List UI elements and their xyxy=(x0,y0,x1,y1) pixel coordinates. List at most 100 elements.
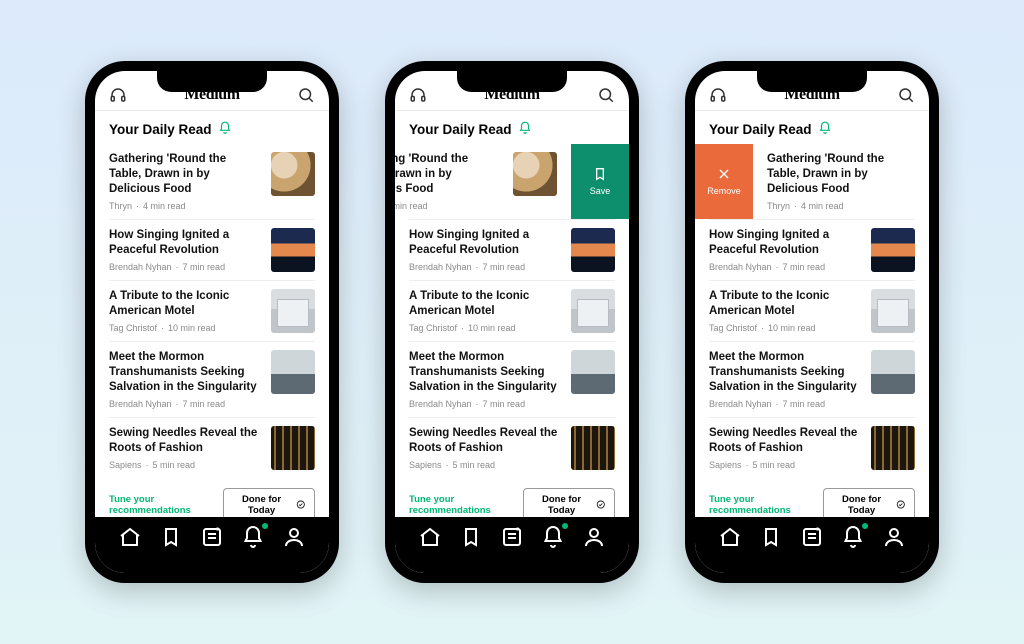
tab-notifications[interactable] xyxy=(841,525,865,549)
article-meta: Brendah Nyhan7 min read xyxy=(109,399,261,409)
article-row: Meet the Mormon Transhumanists Seeking S… xyxy=(395,342,629,417)
article-author: Tag Christof xyxy=(409,323,457,333)
headphones-icon[interactable] xyxy=(409,86,427,104)
tune-recommendations-link[interactable]: Tune your recommendations xyxy=(709,494,823,516)
tab-bookmarks[interactable] xyxy=(159,525,183,549)
search-icon[interactable] xyxy=(597,86,615,104)
article-card[interactable]: Meet the Mormon Transhumanists Seeking S… xyxy=(95,342,329,417)
tab-profile[interactable] xyxy=(282,525,306,549)
done-for-today-button[interactable]: Done for Today xyxy=(223,488,315,517)
article-thumbnail xyxy=(571,350,615,394)
section-title-label: Your Daily Read xyxy=(709,122,812,137)
article-title: How Singing Ignited a Peaceful Revolutio… xyxy=(709,228,861,258)
tab-compose[interactable] xyxy=(800,525,824,549)
headphones-icon[interactable] xyxy=(109,86,127,104)
article-row: Gathering 'Round the Table, Drawn in by … xyxy=(95,144,329,219)
tab-compose[interactable] xyxy=(200,525,224,549)
tab-home[interactable] xyxy=(718,525,742,549)
article-card[interactable]: Gathering 'Round the Table, Drawn in by … xyxy=(753,144,929,219)
section-title: Your Daily Read xyxy=(695,111,929,144)
tab-bookmarks[interactable] xyxy=(459,525,483,549)
tune-recommendations-link[interactable]: Tune your recommendations xyxy=(409,494,523,516)
tab-home[interactable] xyxy=(418,525,442,549)
article-row: Meet the Mormon Transhumanists Seeking S… xyxy=(95,342,329,417)
bell-icon[interactable] xyxy=(818,121,832,138)
article-feed[interactable]: Gathering 'Round the Table, Drawn in by … xyxy=(695,144,929,517)
notification-badge xyxy=(562,523,568,529)
recommendation-bar: Tune your recommendations Done for Today xyxy=(395,478,629,517)
article-readtime: 7 min read xyxy=(183,399,226,409)
article-readtime: 5 min read xyxy=(453,460,496,470)
tab-profile[interactable] xyxy=(582,525,606,549)
article-feed[interactable]: Gathering 'Round the Table, Drawn in by … xyxy=(95,144,329,517)
article-author: Brendah Nyhan xyxy=(409,399,472,409)
bottom-tabbar xyxy=(695,517,929,573)
check-circle-icon xyxy=(296,499,306,510)
bottom-tabbar xyxy=(95,517,329,573)
bottom-tabbar xyxy=(395,517,629,573)
tab-home[interactable] xyxy=(118,525,142,549)
article-thumbnail xyxy=(271,426,315,470)
check-circle-icon xyxy=(896,499,906,510)
phone-mockup: Medium Your Daily Read Gathering 'Round … xyxy=(385,61,639,583)
phone-notch xyxy=(757,70,867,92)
article-card[interactable]: A Tribute to the Iconic American Motel T… xyxy=(95,281,329,341)
headphones-icon[interactable] xyxy=(709,86,727,104)
article-readtime: 7 min read xyxy=(183,262,226,272)
tab-compose[interactable] xyxy=(500,525,524,549)
article-title: Meet the Mormon Transhumanists Seeking S… xyxy=(109,350,261,395)
article-card[interactable]: Gathering 'Round the Table, Drawn in by … xyxy=(395,144,571,219)
article-feed[interactable]: Gathering 'Round the Table, Drawn in by … xyxy=(395,144,629,517)
swipe-remove-action[interactable]: Remove xyxy=(695,144,753,219)
article-row: Sewing Needles Reveal the Roots of Fashi… xyxy=(695,418,929,478)
meta-separator xyxy=(172,262,183,272)
tab-bookmarks[interactable] xyxy=(759,525,783,549)
article-card[interactable]: Sewing Needles Reveal the Roots of Fashi… xyxy=(395,418,629,478)
article-author: Brendah Nyhan xyxy=(709,399,772,409)
meta-separator xyxy=(472,399,483,409)
article-thumbnail xyxy=(271,289,315,333)
article-thumbnail xyxy=(571,426,615,470)
article-author: Brendah Nyhan xyxy=(409,262,472,272)
search-icon[interactable] xyxy=(897,86,915,104)
article-row: How Singing Ignited a Peaceful Revolutio… xyxy=(95,220,329,280)
article-row: Sewing Needles Reveal the Roots of Fashi… xyxy=(95,418,329,478)
article-meta: Sapiens5 min read xyxy=(109,460,261,470)
phone-mockup: Medium Your Daily Read Gathering 'Round … xyxy=(685,61,939,583)
done-for-today-button[interactable]: Done for Today xyxy=(823,488,915,517)
article-row: A Tribute to the Iconic American Motel T… xyxy=(695,281,929,341)
article-card[interactable]: Meet the Mormon Transhumanists Seeking S… xyxy=(395,342,629,417)
article-meta: Brendah Nyhan7 min read xyxy=(109,262,261,272)
article-card[interactable]: How Singing Ignited a Peaceful Revolutio… xyxy=(695,220,929,280)
search-icon[interactable] xyxy=(297,86,315,104)
tab-notifications[interactable] xyxy=(541,525,565,549)
article-meta: Thryn4 min read xyxy=(395,201,503,211)
article-card[interactable]: Gathering 'Round the Table, Drawn in by … xyxy=(95,144,329,219)
article-title: Sewing Needles Reveal the Roots of Fashi… xyxy=(409,426,561,456)
recommendation-bar: Tune your recommendations Done for Today xyxy=(95,478,329,517)
bell-icon[interactable] xyxy=(518,121,532,138)
article-card[interactable]: A Tribute to the Iconic American Motel T… xyxy=(695,281,929,341)
article-title: A Tribute to the Iconic American Motel xyxy=(709,289,861,319)
article-row: How Singing Ignited a Peaceful Revolutio… xyxy=(695,220,929,280)
article-card[interactable]: Sewing Needles Reveal the Roots of Fashi… xyxy=(695,418,929,478)
meta-separator xyxy=(790,201,801,211)
meta-separator xyxy=(142,460,153,470)
article-thumbnail xyxy=(871,289,915,333)
bell-icon[interactable] xyxy=(218,121,232,138)
tab-notifications[interactable] xyxy=(241,525,265,549)
article-thumbnail xyxy=(871,228,915,272)
article-meta: Brendah Nyhan7 min read xyxy=(709,262,861,272)
tab-profile[interactable] xyxy=(882,525,906,549)
article-row: A Tribute to the Iconic American Motel T… xyxy=(395,281,629,341)
article-card[interactable]: Meet the Mormon Transhumanists Seeking S… xyxy=(695,342,929,417)
tune-recommendations-link[interactable]: Tune your recommendations xyxy=(109,494,223,516)
swipe-save-action[interactable]: Save xyxy=(571,144,629,219)
article-card[interactable]: How Singing Ignited a Peaceful Revolutio… xyxy=(395,220,629,280)
article-card[interactable]: Sewing Needles Reveal the Roots of Fashi… xyxy=(95,418,329,478)
article-meta: Brendah Nyhan7 min read xyxy=(409,399,561,409)
done-for-today-button[interactable]: Done for Today xyxy=(523,488,615,517)
article-card[interactable]: How Singing Ignited a Peaceful Revolutio… xyxy=(95,220,329,280)
check-circle-icon xyxy=(596,499,606,510)
article-card[interactable]: A Tribute to the Iconic American Motel T… xyxy=(395,281,629,341)
